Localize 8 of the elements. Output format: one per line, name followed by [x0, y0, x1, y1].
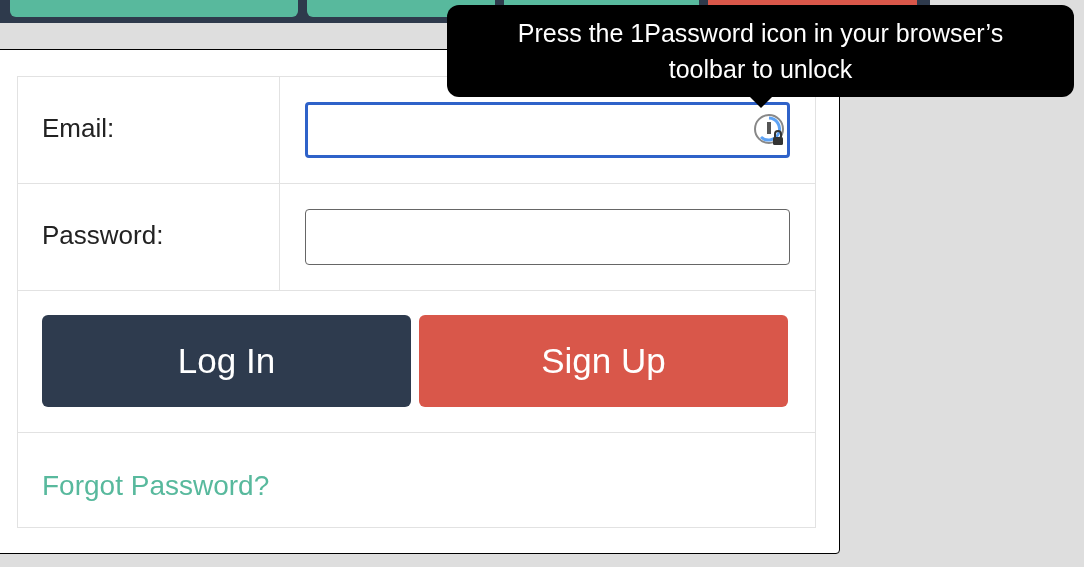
field-label: Password:	[42, 220, 164, 250]
tooltip-text: Press the 1Password icon in your browser’s toolbar to unlock	[516, 18, 1005, 85]
field-label: Email:	[42, 113, 115, 143]
input-field[interactable]	[305, 102, 790, 158]
input-field[interactable]	[305, 209, 790, 265]
form-button[interactable]: Log In	[42, 315, 411, 407]
form-button[interactable]: Sign Up	[419, 315, 788, 407]
forgot-password-link[interactable]: Forgot Password?	[42, 470, 270, 501]
